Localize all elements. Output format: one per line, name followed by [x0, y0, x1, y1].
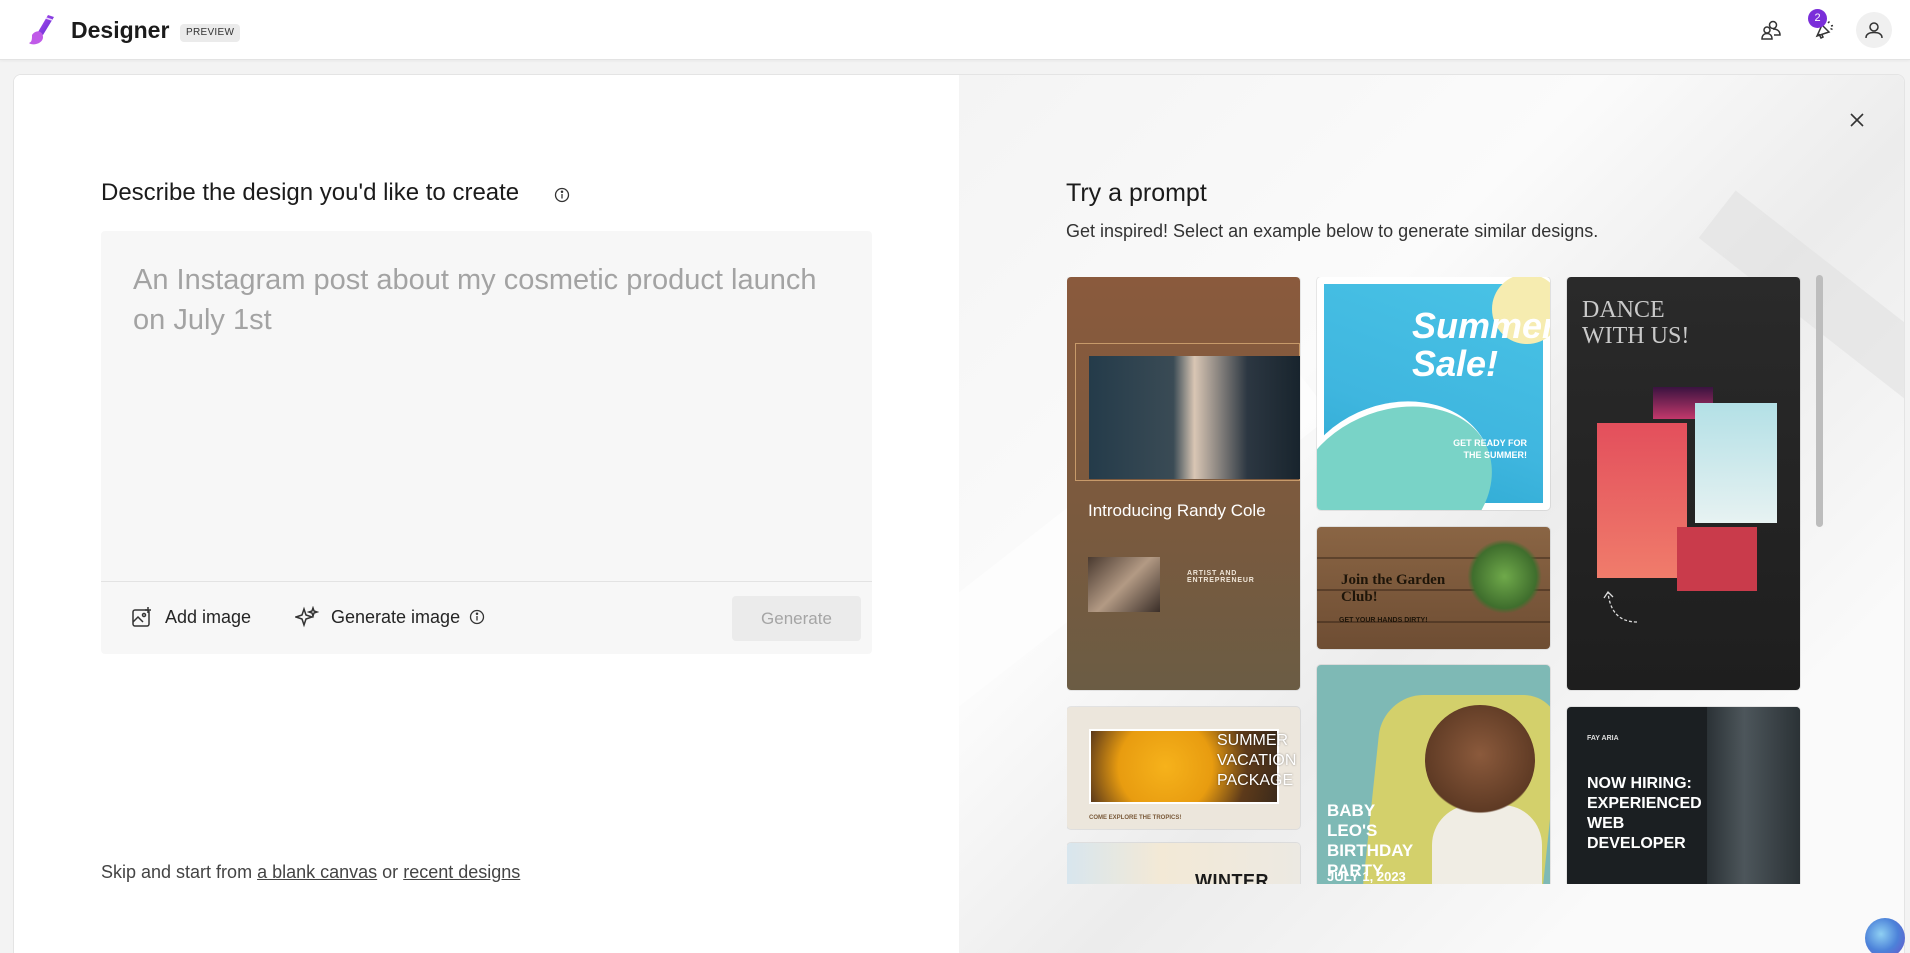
arrow-doodle-icon — [1603, 590, 1638, 623]
card-caption: DANCE WITH US! — [1582, 297, 1690, 349]
card-photo — [1425, 705, 1535, 815]
add-image-button[interactable]: Add image — [131, 602, 251, 632]
info-icon[interactable] — [469, 609, 485, 625]
copilot-icon[interactable] — [1865, 918, 1905, 953]
close-icon — [1850, 113, 1864, 127]
card-photo — [1677, 527, 1757, 591]
example-card-baby-birthday[interactable]: BABY LEO'S BIRTHDAY PARTY JULY 1, 2023 — [1317, 665, 1550, 884]
prompt-heading: Describe the design you'd like to create — [101, 179, 520, 206]
sparkle-icon — [295, 606, 319, 628]
try-prompt-heading: Try a prompt — [1066, 179, 1207, 207]
card-subcaption: GET READY FOR THE SUMMER! — [1453, 438, 1527, 460]
card-subcaption: ARTIST AND ENTREPRENEUR — [1187, 570, 1255, 584]
card-photo — [1707, 707, 1800, 884]
gallery-scrollbar[interactable] — [1816, 275, 1823, 527]
account-avatar-button[interactable] — [1856, 12, 1892, 48]
card-photo — [1088, 557, 1160, 612]
skip-line: Skip and start from a blank canvas or re… — [101, 862, 521, 882]
card-photo — [1432, 805, 1542, 884]
card-subcaption: JULY 1, 2023 — [1327, 869, 1406, 884]
card-subcaption: GET YOUR HANDS DIRTY! — [1339, 617, 1428, 624]
prompt-box: Add image Generate image Generate — [101, 231, 872, 654]
example-card-garden-club[interactable]: Join the Garden Club! GET YOUR HANDS DIR… — [1317, 527, 1550, 649]
card-subcaption: COME EXPLORE THE TROPICS! — [1089, 815, 1182, 821]
preview-badge: PREVIEW — [180, 24, 241, 42]
top-bar: Designer PREVIEW 2 — [0, 0, 1910, 60]
plant-shape — [1467, 539, 1542, 614]
example-card-winter[interactable]: WINTER — [1067, 843, 1300, 884]
card-caption: Join the Garden Club! — [1341, 572, 1446, 605]
card-caption: Summer Sale! — [1412, 305, 1550, 384]
info-icon[interactable] — [554, 187, 570, 203]
prompt-section: Describe the design you'd like to create… — [14, 75, 959, 953]
try-prompt-subtitle: Get inspired! Select an example below to… — [1066, 221, 1599, 241]
card-caption: SUMMER VACATION PACKAGE — [1217, 732, 1297, 789]
example-gallery: Introducing Randy Cole ARTIST AND ENTREP… — [1067, 277, 1827, 884]
card-caption: Introducing Randy Cole — [1088, 501, 1266, 520]
add-image-icon — [132, 607, 151, 627]
try-prompt-section: Try a prompt Get inspired! Select an exa… — [959, 75, 1904, 953]
app-title: Designer — [71, 17, 170, 43]
generate-button[interactable]: Generate — [732, 596, 861, 641]
card-photo — [1695, 403, 1777, 523]
prompt-input[interactable] — [101, 231, 872, 581]
recent-designs-link[interactable]: recent designs — [403, 862, 520, 882]
card-subcaption: FAY ARIA — [1587, 735, 1619, 742]
card-photo — [1597, 423, 1687, 578]
prompt-toolbar: Add image Generate image Generate — [101, 581, 872, 654]
close-button[interactable] — [1842, 105, 1872, 135]
card-caption: WINTER — [1195, 871, 1269, 884]
example-card-summer-sale[interactable]: Summer Sale! GET READY FOR THE SUMMER! — [1317, 277, 1550, 510]
notification-count-badge: 2 — [1808, 9, 1827, 28]
generate-image-button[interactable]: Generate image — [295, 602, 485, 632]
create-design-dialog: Describe the design you'd like to create… — [13, 74, 1905, 953]
example-card-dance[interactable]: DANCE WITH US! — [1567, 277, 1800, 690]
card-caption: NOW HIRING: EXPERIENCED WEB DEVELOPER — [1587, 775, 1702, 852]
example-card-now-hiring[interactable]: FAY ARIA NOW HIRING: EXPERIENCED WEB DEV… — [1567, 707, 1800, 884]
people-icon — [1761, 20, 1781, 40]
card-photo — [1089, 356, 1300, 479]
designer-logo-icon[interactable] — [26, 13, 58, 47]
example-card-introducing[interactable]: Introducing Randy Cole ARTIST AND ENTREP… — [1067, 277, 1300, 690]
example-card-summer-vacation[interactable]: SUMMER VACATION PACKAGE COME EXPLORE THE… — [1067, 707, 1300, 829]
blank-canvas-link[interactable]: a blank canvas — [257, 862, 377, 882]
person-icon — [1865, 22, 1883, 39]
share-people-button[interactable] — [1753, 12, 1789, 48]
